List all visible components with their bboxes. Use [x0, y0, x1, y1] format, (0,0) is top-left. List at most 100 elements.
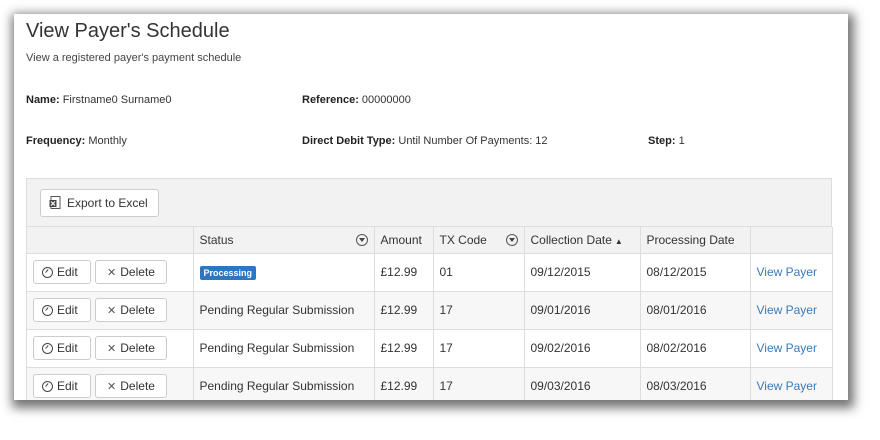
name-field: Name: Firstname0 Surname0 — [26, 94, 172, 106]
close-icon: ✕ — [107, 380, 117, 393]
dd-type-value: Until Number Of Payments: 12 — [398, 135, 548, 147]
close-icon: ✕ — [107, 342, 117, 355]
table-row: Edit ✕ Delete Pending Regular Submission… — [27, 329, 833, 368]
export-label: Export to Excel — [67, 196, 148, 210]
column-header-link — [750, 227, 833, 254]
status-cell: Processing — [193, 253, 375, 292]
status-text: Pending Regular Submission — [199, 379, 355, 393]
view-payer-cell: View Payer — [750, 253, 833, 292]
edit-button[interactable]: Edit — [33, 336, 91, 360]
edit-button[interactable]: Edit — [33, 260, 91, 284]
tx-code-cell: 17 — [433, 291, 525, 330]
processing-date-cell: 08/12/2015 — [640, 253, 751, 292]
status-header-label: Status — [199, 232, 234, 247]
frequency-value: Monthly — [88, 135, 127, 147]
amount-cell: £12.99 — [374, 329, 434, 368]
frequency-label: Frequency: — [26, 135, 86, 147]
amount-cell: £12.99 — [374, 367, 434, 400]
processing-date-cell: 08/02/2016 — [640, 329, 751, 368]
tx-code-cell: 01 — [433, 253, 525, 292]
status-text: Pending Regular Submission — [199, 303, 355, 317]
name-value: Firstname0 Surname0 — [62, 94, 172, 106]
view-payer-link[interactable]: View Payer — [757, 265, 817, 279]
reference-value: 00000000 — [361, 94, 411, 106]
delete-button[interactable]: ✕ Delete — [95, 298, 167, 322]
view-payer-link[interactable]: View Payer — [757, 379, 817, 393]
tx-code-cell: 17 — [433, 329, 525, 368]
delete-label: Delete — [120, 379, 155, 393]
status-cell: Pending Regular Submission — [193, 367, 375, 400]
column-header-tx-code[interactable]: TX Code — [433, 227, 525, 254]
tx-code-filter-icon[interactable] — [505, 234, 518, 246]
excel-icon — [49, 196, 62, 210]
edit-label: Edit — [57, 379, 78, 393]
view-payer-cell: View Payer — [750, 367, 833, 400]
sort-ascending-icon: ▲ — [614, 236, 623, 246]
schedule-table: Status Amount TX Code Collection Date ▲ P… — [27, 227, 833, 400]
tx-code-cell: 17 — [433, 367, 525, 400]
status-filter-icon[interactable] — [355, 234, 368, 246]
column-header-status[interactable]: Status — [193, 227, 375, 254]
page-subtitle: View a registered payer's payment schedu… — [26, 52, 242, 64]
collection-date-cell: 09/12/2015 — [524, 253, 641, 292]
delete-button[interactable]: ✕ Delete — [95, 374, 167, 398]
status-badge: Processing — [199, 265, 257, 280]
table-row: Edit ✕ Delete Pending Regular Submission… — [27, 367, 833, 400]
edit-icon — [42, 266, 53, 278]
delete-button[interactable]: ✕ Delete — [95, 336, 167, 360]
step-value: 1 — [678, 135, 685, 147]
processing-date-cell: 08/01/2016 — [640, 291, 751, 330]
schedule-panel: View Payer's Schedule View a registered … — [14, 14, 848, 400]
reference-field: Reference: 00000000 — [302, 94, 411, 106]
tx-code-header-label: TX Code — [439, 232, 487, 247]
collection-date-header-label: Collection Date — [530, 232, 612, 247]
view-payer-cell: View Payer — [750, 329, 833, 368]
reference-label: Reference: — [302, 94, 359, 106]
view-payer-link[interactable]: View Payer — [757, 303, 817, 317]
collection-date-cell: 09/03/2016 — [524, 367, 641, 400]
edit-icon — [42, 380, 53, 392]
table-row: Edit ✕ Delete Pending Regular Submission… — [27, 291, 833, 330]
actions-cell: Edit ✕ Delete — [27, 291, 194, 330]
actions-cell: Edit ✕ Delete — [27, 367, 194, 400]
grid-toolbar: Export to Excel — [27, 179, 831, 227]
view-payer-cell: View Payer — [750, 291, 833, 330]
column-header-collection-date[interactable]: Collection Date ▲ — [524, 227, 641, 254]
dd-type-field: Direct Debit Type: Until Number Of Payme… — [302, 135, 548, 147]
dd-type-label: Direct Debit Type: — [302, 135, 396, 147]
collection-date-cell: 09/02/2016 — [524, 329, 641, 368]
edit-button[interactable]: Edit — [33, 374, 91, 398]
edit-button[interactable]: Edit — [33, 298, 91, 322]
edit-icon — [42, 342, 53, 354]
frequency-field: Frequency: Monthly — [26, 135, 127, 147]
name-label: Name: — [26, 94, 60, 106]
status-text: Pending Regular Submission — [199, 341, 355, 355]
actions-cell: Edit ✕ Delete — [27, 253, 194, 292]
step-field: Step: 1 — [648, 135, 685, 147]
edit-label: Edit — [57, 341, 78, 355]
delete-label: Delete — [120, 265, 155, 279]
edit-icon — [42, 304, 53, 316]
delete-label: Delete — [120, 341, 155, 355]
actions-cell: Edit ✕ Delete — [27, 329, 194, 368]
page-title: View Payer's Schedule — [26, 20, 230, 42]
delete-label: Delete — [120, 303, 155, 317]
status-cell: Pending Regular Submission — [193, 291, 375, 330]
header-row: Status Amount TX Code Collection Date ▲ P… — [27, 227, 833, 254]
table-row: Edit ✕ Delete Processing £12.99 01 09/12… — [27, 253, 833, 292]
column-header-amount[interactable]: Amount — [374, 227, 434, 254]
edit-label: Edit — [57, 265, 78, 279]
column-header-actions — [27, 227, 194, 254]
collection-date-cell: 09/01/2016 — [524, 291, 641, 330]
export-to-excel-button[interactable]: Export to Excel — [40, 189, 159, 217]
column-header-processing-date[interactable]: Processing Date — [640, 227, 751, 254]
step-label: Step: — [648, 135, 676, 147]
status-cell: Pending Regular Submission — [193, 329, 375, 368]
close-icon: ✕ — [107, 304, 117, 317]
processing-date-cell: 08/03/2016 — [640, 367, 751, 400]
view-payer-link[interactable]: View Payer — [757, 341, 817, 355]
delete-button[interactable]: ✕ Delete — [95, 260, 167, 284]
close-icon: ✕ — [107, 266, 117, 279]
amount-cell: £12.99 — [374, 291, 434, 330]
edit-label: Edit — [57, 303, 78, 317]
